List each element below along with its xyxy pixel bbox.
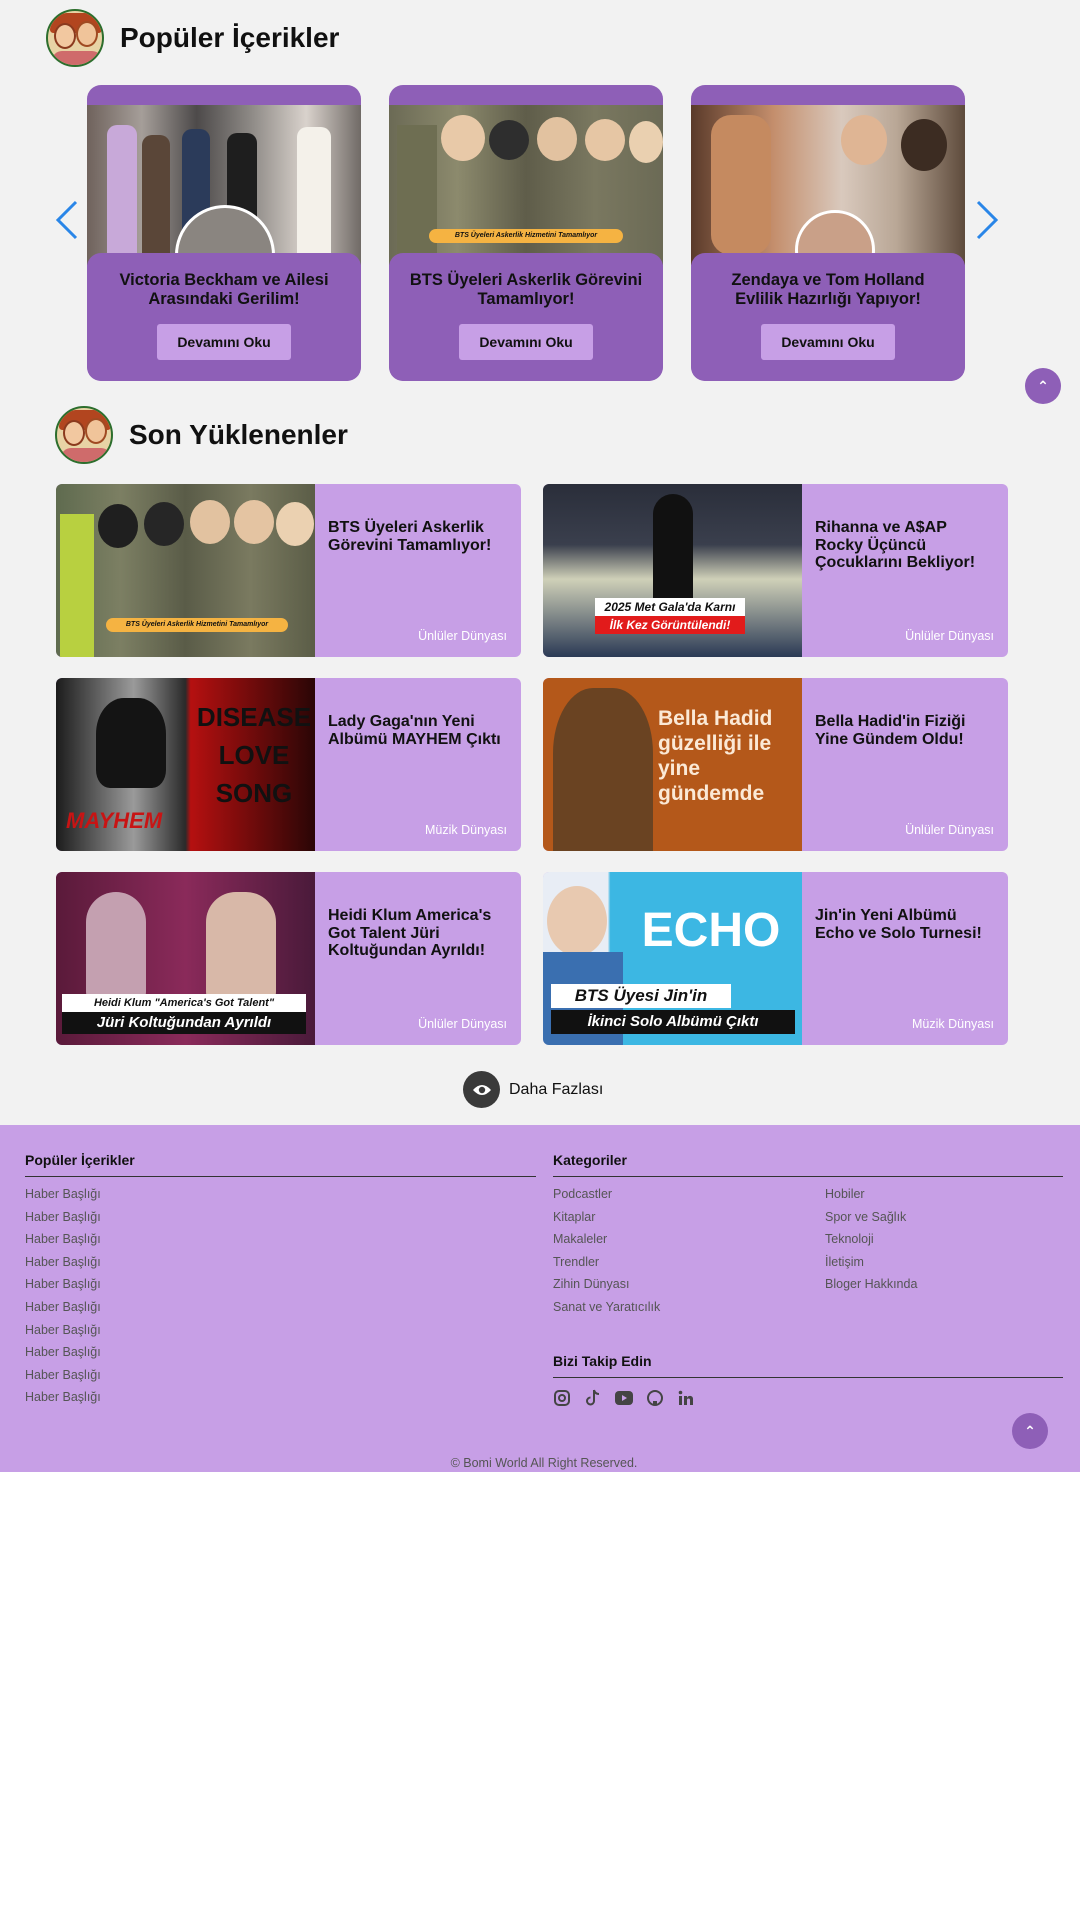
linkedin-icon[interactable]: [677, 1389, 695, 1407]
image-overlay-text: İkinci Solo Albümü Çıktı: [551, 1010, 795, 1034]
brand-logo[interactable]: [46, 9, 104, 67]
footer-popular-link[interactable]: Haber Başlığı: [25, 1300, 101, 1314]
latest-card-image[interactable]: Bella Hadid güzelliği ile yine gündemde: [543, 678, 802, 851]
latest-card-category[interactable]: Ünlüler Dünyası: [418, 1017, 507, 1031]
instagram-icon[interactable]: [553, 1389, 571, 1407]
footer-popular-link[interactable]: Haber Başlığı: [25, 1255, 101, 1269]
image-overlay-text: DISEASE LOVE SONG: [196, 702, 312, 808]
latest-card-title[interactable]: Bella Hadid'in Fiziği Yine Gündem Oldu!: [815, 713, 996, 748]
footer-popular-title: Popüler İçerikler: [25, 1152, 536, 1177]
latest-card-category[interactable]: Müzik Dünyası: [912, 1017, 994, 1031]
footer-popular-link[interactable]: Haber Başlığı: [25, 1232, 101, 1246]
footer-categories-title: Kategoriler: [553, 1152, 1063, 1177]
scroll-top-button[interactable]: ⌃: [1012, 1413, 1048, 1449]
footer-popular-link[interactable]: Haber Başlığı: [25, 1277, 101, 1291]
brand-logo[interactable]: [55, 406, 113, 464]
latest-card[interactable]: MAYHEM DISEASE LOVE SONG Lady Gaga'nın Y…: [56, 678, 521, 851]
footer: [0, 1125, 1080, 1472]
footer-follow-title: Bizi Takip Edin: [553, 1353, 1063, 1378]
copyright-text: © Bomi World All Right Reserved.: [450, 1456, 638, 1470]
footer-popular-link[interactable]: Haber Başlığı: [25, 1390, 101, 1404]
carousel-next-arrow[interactable]: [972, 198, 1002, 242]
popular-card[interactable]: BTS Üyeleri Askerlik Hizmetini Tamamlıyo…: [389, 85, 663, 381]
carousel-prev-arrow[interactable]: [52, 198, 82, 242]
read-more-button[interactable]: Devamını Oku: [761, 324, 895, 360]
latest-card[interactable]: BTS Üyeleri Askerlik Hizmetini Tamamlıyo…: [56, 484, 521, 657]
popular-card-title[interactable]: Victoria Beckham ve Ailesi Arasındaki Ge…: [103, 271, 345, 309]
popular-card-image[interactable]: [87, 105, 361, 265]
popular-card-title[interactable]: BTS Üyeleri Askerlik Görevini Tamamlıyor…: [405, 271, 647, 309]
popular-card-image[interactable]: [691, 105, 965, 265]
latest-card-category[interactable]: Ünlüler Dünyası: [905, 823, 994, 837]
popular-section-header: Popüler İçerikler: [46, 9, 339, 67]
youtube-icon[interactable]: [615, 1389, 633, 1407]
image-badge: BTS Üyeleri Askerlik Hizmetini Tamamlıyo…: [429, 229, 623, 243]
footer-popular-link[interactable]: Haber Başlığı: [25, 1187, 101, 1201]
popular-card-title[interactable]: Zendaya ve Tom Holland Evlilik Hazırlığı…: [707, 271, 949, 309]
latest-card-image[interactable]: Heidi Klum "America's Got Talent" Jüri K…: [56, 872, 315, 1045]
social-links: [553, 1389, 695, 1407]
image-overlay-text: İlk Kez Görüntülendi!: [595, 616, 745, 634]
footer-category-link[interactable]: Trendler: [553, 1255, 599, 1269]
latest-card-image[interactable]: 2025 Met Gala'da Karnı İlk Kez Görüntüle…: [543, 484, 802, 657]
footer-category-link[interactable]: Hobiler: [825, 1187, 865, 1201]
image-overlay-text: ECHO: [641, 904, 781, 957]
github-icon[interactable]: [646, 1389, 664, 1407]
load-more-button[interactable]: Daha Fazlası: [463, 1071, 603, 1108]
latest-card-title[interactable]: Heidi Klum America's Got Talent Jüri Kol…: [328, 907, 509, 960]
latest-card[interactable]: Heidi Klum "America's Got Talent" Jüri K…: [56, 872, 521, 1045]
footer-popular-link[interactable]: Haber Başlığı: [25, 1210, 101, 1224]
latest-card-image[interactable]: ECHO BTS Üyesi Jin'in İkinci Solo Albümü…: [543, 872, 802, 1045]
footer-popular-link[interactable]: Haber Başlığı: [25, 1368, 101, 1382]
latest-card[interactable]: Bella Hadid güzelliği ile yine gündemde …: [543, 678, 1008, 851]
latest-card[interactable]: 2025 Met Gala'da Karnı İlk Kez Görüntüle…: [543, 484, 1008, 657]
chevron-right-icon: [976, 200, 999, 240]
latest-card-title[interactable]: Rihanna ve A$AP Rocky Üçüncü Çocuklarını…: [815, 519, 996, 572]
load-more-label: Daha Fazlası: [509, 1080, 604, 1098]
latest-card-title[interactable]: Jin'in Yeni Albümü Echo ve Solo Turnesi!: [815, 907, 996, 942]
latest-card-category[interactable]: Ünlüler Dünyası: [418, 629, 507, 643]
image-overlay-text: Bella Hadid güzelliği ile yine gündemde: [658, 707, 773, 805]
latest-section-title: Son Yüklenenler: [129, 419, 348, 450]
image-overlay-text: Heidi Klum "America's Got Talent": [62, 994, 306, 1012]
latest-card-title[interactable]: Lady Gaga'nın Yeni Albümü MAYHEM Çıktı: [328, 713, 509, 748]
scroll-top-button[interactable]: ⌃: [1025, 368, 1061, 404]
footer-category-link[interactable]: Podcastler: [553, 1187, 612, 1201]
latest-card-image[interactable]: MAYHEM DISEASE LOVE SONG: [56, 678, 315, 851]
tiktok-icon[interactable]: [584, 1389, 602, 1407]
popular-card[interactable]: Zendaya ve Tom Holland Evlilik Hazırlığı…: [691, 85, 965, 381]
popular-card-image[interactable]: BTS Üyeleri Askerlik Hizmetini Tamamlıyo…: [389, 105, 663, 265]
footer-category-link[interactable]: Sanat ve Yaratıcılık: [553, 1300, 660, 1314]
read-more-button[interactable]: Devamını Oku: [157, 324, 291, 360]
double-chevron-up-icon: ⌃: [1024, 1423, 1036, 1439]
chevron-left-icon: [55, 200, 78, 240]
latest-card-title[interactable]: BTS Üyeleri Askerlik Görevini Tamamlıyor…: [328, 519, 509, 554]
footer-category-link[interactable]: Teknoloji: [825, 1232, 874, 1246]
latest-card-category[interactable]: Ünlüler Dünyası: [905, 629, 994, 643]
popular-card[interactable]: Victoria Beckham ve Ailesi Arasındaki Ge…: [87, 85, 361, 381]
latest-section-header: Son Yüklenenler: [55, 406, 348, 464]
footer-category-link[interactable]: İletişim: [825, 1255, 864, 1269]
read-more-button[interactable]: Devamını Oku: [459, 324, 593, 360]
image-overlay-text: BTS Üyesi Jin'in: [551, 984, 731, 1008]
footer-category-link[interactable]: Zihin Dünyası: [553, 1277, 629, 1291]
image-overlay-text: MAYHEM: [66, 808, 163, 833]
footer-category-link[interactable]: Kitaplar: [553, 1210, 595, 1224]
double-chevron-up-icon: ⌃: [1037, 378, 1049, 394]
footer-popular-link[interactable]: Haber Başlığı: [25, 1323, 101, 1337]
footer-category-link[interactable]: Spor ve Sağlık: [825, 1210, 906, 1224]
image-overlay-text: Jüri Koltuğundan Ayrıldı: [62, 1012, 306, 1034]
image-overlay-text: 2025 Met Gala'da Karnı: [595, 598, 745, 616]
eye-icon: [463, 1071, 500, 1108]
popular-section-title: Popüler İçerikler: [120, 22, 340, 53]
latest-card-category[interactable]: Müzik Dünyası: [425, 823, 507, 837]
latest-card-image[interactable]: BTS Üyeleri Askerlik Hizmetini Tamamlıyo…: [56, 484, 315, 657]
image-badge: BTS Üyeleri Askerlik Hizmetini Tamamlıyo…: [106, 618, 288, 632]
footer-category-link[interactable]: Makaleler: [553, 1232, 607, 1246]
footer-category-link[interactable]: Bloger Hakkında: [825, 1277, 917, 1291]
latest-card[interactable]: ECHO BTS Üyesi Jin'in İkinci Solo Albümü…: [543, 872, 1008, 1045]
footer-popular-link[interactable]: Haber Başlığı: [25, 1345, 101, 1359]
